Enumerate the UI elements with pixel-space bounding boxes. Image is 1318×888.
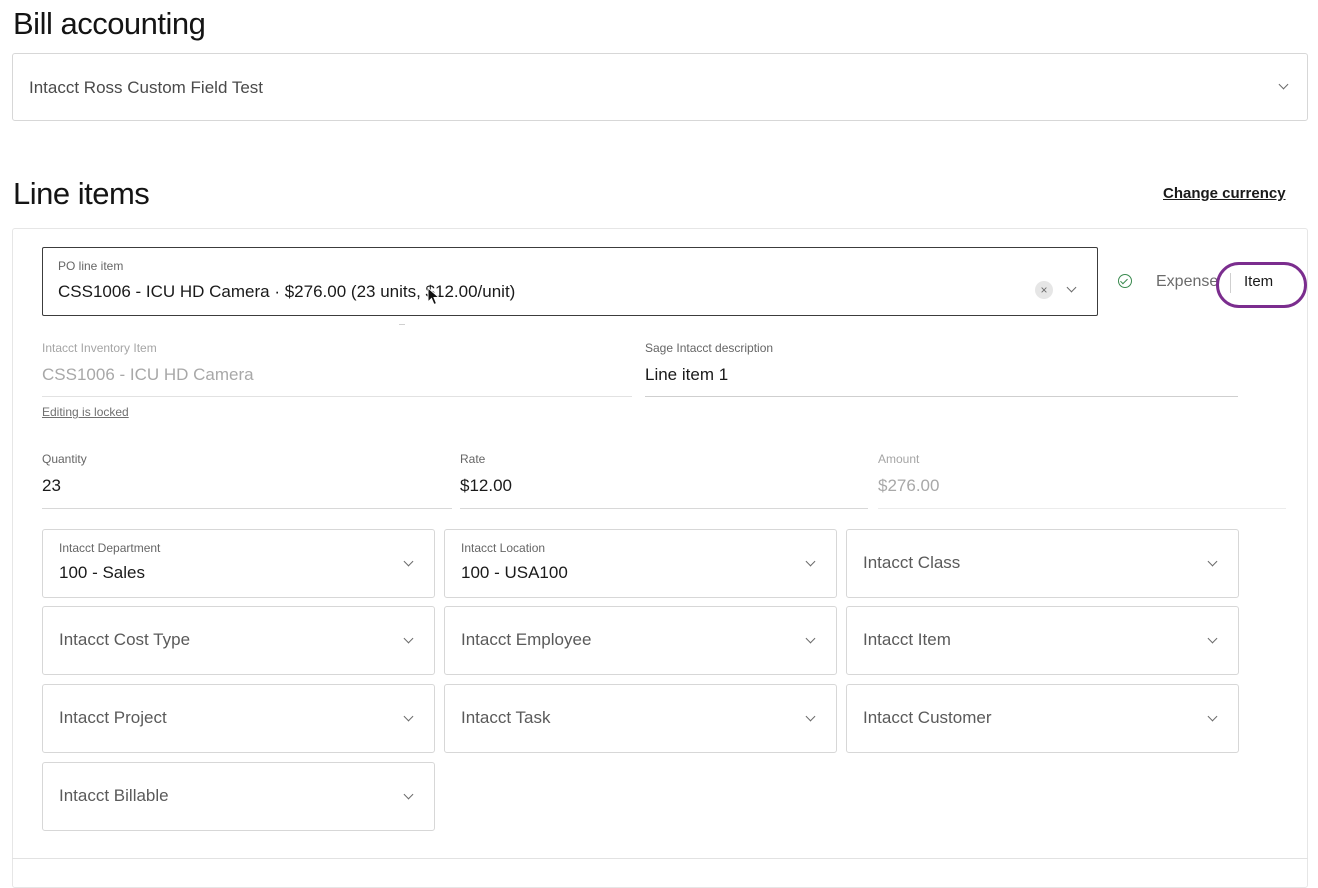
quantity-input[interactable]: 23 [42, 475, 452, 509]
project-placeholder: Intacct Project [59, 708, 167, 727]
location-label: Intacct Location [461, 541, 546, 555]
chevron-down-icon [805, 556, 816, 567]
billable-placeholder: Intacct Billable [59, 786, 169, 805]
amount-value: $276.00 [878, 476, 940, 495]
inventory-item-value: CSS1006 - ICU HD Camera [42, 365, 254, 384]
editing-locked-note: Editing is locked [42, 405, 129, 419]
cost-type-placeholder: Intacct Cost Type [59, 630, 191, 649]
bill-accounting-select[interactable]: Intacct Ross Custom Field Test [12, 53, 1308, 121]
quantity-label: Quantity [42, 452, 87, 466]
employee-placeholder: Intacct Employee [461, 630, 592, 649]
po-line-item-select[interactable]: PO line item CSS1006 - ICU HD Camera · $… [42, 247, 1098, 316]
chevron-down-icon [1207, 711, 1218, 722]
bill-accounting-heading: Bill accounting [13, 6, 206, 41]
chevron-down-icon[interactable] [1066, 282, 1077, 293]
chevron-down-icon [1278, 79, 1289, 90]
department-label: Intacct Department [59, 541, 161, 555]
chevron-down-icon [403, 711, 414, 722]
inventory-item-label: Intacct Inventory Item [42, 341, 157, 355]
quantity-value: 23 [42, 476, 61, 495]
location-select[interactable]: Intacct Location 100 - USA100 [444, 529, 837, 598]
amount-label: Amount [878, 452, 920, 466]
task-placeholder: Intacct Task [461, 708, 551, 727]
class-placeholder: Intacct Class [863, 553, 961, 572]
billable-select[interactable]: Intacct Billable [42, 762, 435, 831]
divider [12, 858, 1308, 859]
inventory-item-field: CSS1006 - ICU HD Camera [42, 365, 632, 397]
project-select[interactable]: Intacct Project [42, 684, 435, 753]
chevron-down-icon [403, 633, 414, 644]
item-placeholder: Intacct Item [863, 630, 951, 649]
po-line-item-value: CSS1006 - ICU HD Camera · $276.00 (23 un… [58, 282, 516, 301]
location-value: 100 - USA100 [461, 563, 568, 582]
class-select[interactable]: Intacct Class [846, 529, 1239, 598]
mouse-cursor-icon [427, 287, 441, 306]
chevron-down-icon [1207, 556, 1218, 567]
customer-placeholder: Intacct Customer [863, 708, 992, 727]
highlight-circle [1216, 262, 1307, 308]
clear-icon[interactable]: × [1035, 281, 1053, 299]
check-circle-icon [1118, 274, 1132, 288]
divider-mark [399, 324, 405, 325]
chevron-down-icon [1207, 633, 1218, 644]
description-input[interactable]: Line item 1 [645, 365, 1238, 397]
description-label: Sage Intacct description [645, 341, 774, 355]
amount-field: $276.00 [878, 475, 1286, 509]
cost-type-select[interactable]: Intacct Cost Type [42, 606, 435, 675]
description-value: Line item 1 [645, 365, 729, 384]
task-select[interactable]: Intacct Task [444, 684, 837, 753]
chevron-down-icon [805, 633, 816, 644]
item-select[interactable]: Intacct Item [846, 606, 1239, 675]
expense-toggle-option[interactable]: Expense [1156, 273, 1218, 291]
rate-label: Rate [460, 452, 486, 466]
chevron-down-icon [403, 556, 414, 567]
rate-input[interactable]: $12.00 [460, 475, 868, 509]
customer-select[interactable]: Intacct Customer [846, 684, 1239, 753]
rate-value: $12.00 [460, 476, 512, 495]
chevron-down-icon [403, 789, 414, 800]
employee-select[interactable]: Intacct Employee [444, 606, 837, 675]
po-line-item-label: PO line item [58, 259, 124, 273]
change-currency-link[interactable]: Change currency [1163, 185, 1286, 202]
bill-accounting-select-value: Intacct Ross Custom Field Test [29, 78, 263, 97]
line-items-heading: Line items [13, 176, 150, 211]
chevron-down-icon [805, 711, 816, 722]
department-select[interactable]: Intacct Department 100 - Sales [42, 529, 435, 598]
department-value: 100 - Sales [59, 563, 145, 582]
